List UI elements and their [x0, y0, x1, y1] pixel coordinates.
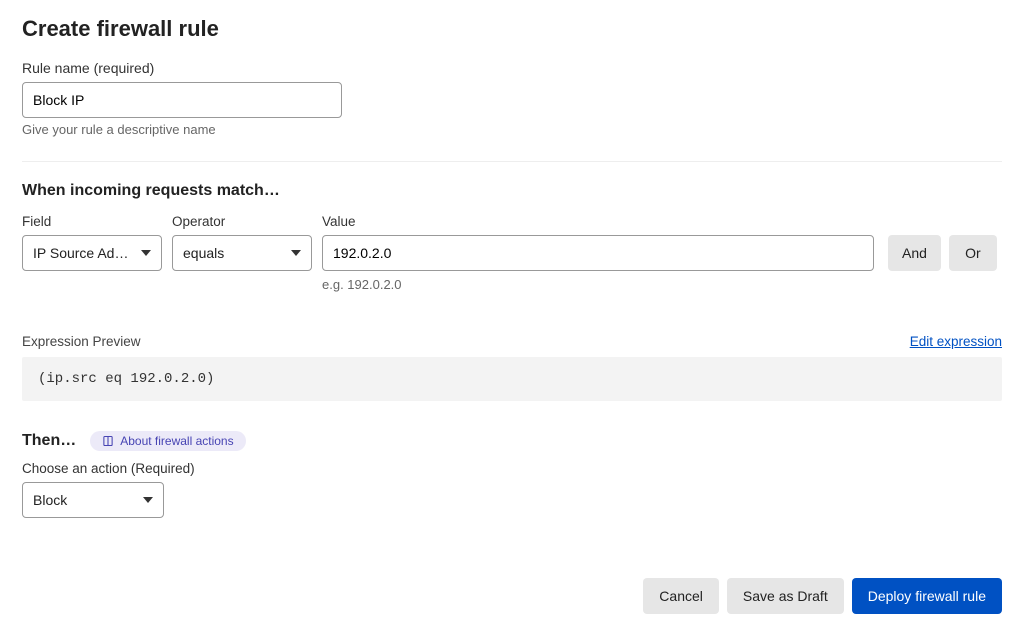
and-button[interactable]: And: [888, 235, 941, 271]
or-button[interactable]: Or: [949, 235, 997, 271]
page-title: Create firewall rule: [22, 16, 1002, 42]
match-heading: When incoming requests match…: [22, 182, 1002, 200]
deploy-button[interactable]: Deploy firewall rule: [852, 578, 1002, 614]
expression-preview-label: Expression Preview: [22, 334, 141, 349]
about-firewall-actions-label: About firewall actions: [120, 434, 233, 448]
field-select-value: IP Source Addr…: [33, 245, 133, 261]
cancel-button[interactable]: Cancel: [643, 578, 719, 614]
value-input[interactable]: [322, 235, 874, 271]
operator-select[interactable]: equals: [172, 235, 312, 271]
action-select[interactable]: Block: [22, 482, 164, 518]
expression-preview-box: (ip.src eq 192.0.2.0): [22, 357, 1002, 401]
expression-preview-text: (ip.src eq 192.0.2.0): [38, 371, 214, 387]
then-heading: Then…: [22, 432, 76, 450]
field-select[interactable]: IP Source Addr…: [22, 235, 162, 271]
about-firewall-actions-pill[interactable]: About firewall actions: [90, 431, 245, 451]
field-column-label: Field: [22, 214, 162, 229]
value-hint: e.g. 192.0.2.0: [322, 277, 874, 292]
condition-row: Field IP Source Addr… Operator equals Va…: [22, 214, 1002, 292]
caret-down-icon: [141, 250, 151, 256]
operator-column-label: Operator: [172, 214, 312, 229]
rule-name-label: Rule name (required): [22, 60, 1002, 76]
caret-down-icon: [291, 250, 301, 256]
footer-actions: Cancel Save as Draft Deploy firewall rul…: [22, 578, 1002, 614]
caret-down-icon: [143, 497, 153, 503]
action-select-value: Block: [33, 492, 67, 508]
edit-expression-link[interactable]: Edit expression: [910, 334, 1002, 349]
rule-name-helper: Give your rule a descriptive name: [22, 122, 1002, 137]
value-column-label: Value: [322, 214, 874, 229]
action-label: Choose an action (Required): [22, 461, 1002, 476]
book-icon: [102, 435, 114, 447]
operator-select-value: equals: [183, 245, 224, 261]
rule-name-input[interactable]: [22, 82, 342, 118]
save-draft-button[interactable]: Save as Draft: [727, 578, 844, 614]
divider: [22, 161, 1002, 162]
